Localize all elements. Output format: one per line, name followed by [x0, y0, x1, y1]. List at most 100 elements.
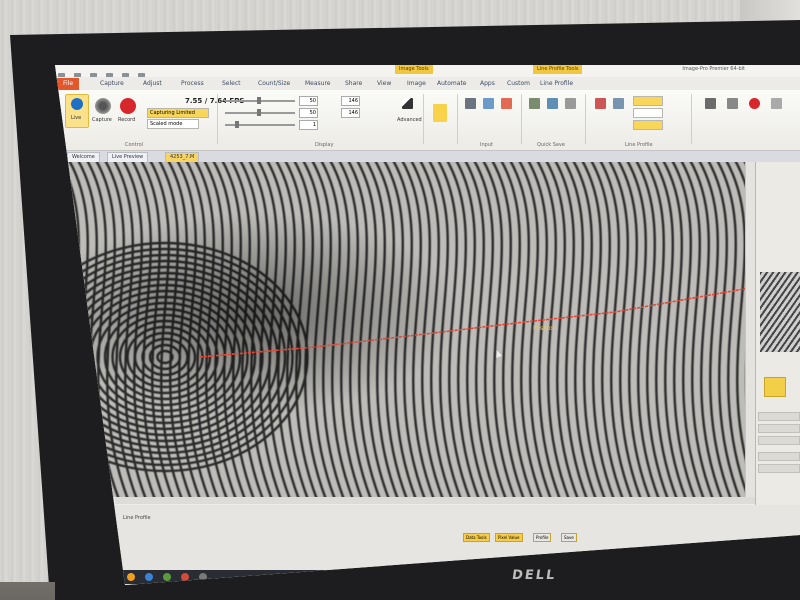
doc-tab-image[interactable]: 4253_7.M — [165, 152, 200, 162]
record-icon[interactable] — [120, 98, 136, 114]
gamma-value[interactable]: 1 — [299, 120, 318, 130]
brightness-slider[interactable] — [225, 97, 295, 104]
slider-knob[interactable] — [257, 109, 261, 116]
start-icon[interactable] — [127, 573, 135, 581]
browser-icon[interactable] — [145, 573, 153, 581]
app-icon[interactable] — [181, 573, 189, 581]
advanced-label: Advanced — [397, 117, 422, 123]
gamma-slider[interactable] — [225, 121, 295, 128]
tab-process[interactable]: Process — [181, 80, 204, 87]
display-group-label: Display — [315, 142, 334, 148]
delete-icon[interactable] — [595, 98, 606, 109]
side-list-item[interactable] — [758, 424, 800, 433]
properties-icon[interactable] — [705, 98, 716, 109]
side-list-item[interactable] — [758, 464, 800, 473]
live-button[interactable]: Live — [65, 94, 89, 128]
save-button[interactable]: Save — [561, 533, 577, 542]
ridge-line — [55, 162, 70, 497]
play-icon — [71, 98, 83, 110]
fingerprint-image: Position — [55, 162, 755, 497]
tab-file[interactable]: File — [57, 78, 79, 90]
line-profile-group-label: Line Profile — [625, 142, 653, 148]
max-value[interactable]: 146 — [341, 108, 360, 118]
record-label: Record — [118, 117, 136, 123]
ribbon: Live Capture Record 7.55 / 7.64 FPS Capt… — [55, 90, 800, 151]
slider-knob[interactable] — [235, 121, 239, 128]
stop-icon[interactable] — [749, 98, 760, 109]
annotation-icon[interactable] — [547, 98, 558, 109]
contrast-slider[interactable] — [225, 109, 295, 116]
input-group-label: Input — [480, 142, 493, 148]
doc-tab-live-preview[interactable]: Live Preview — [107, 152, 149, 162]
tab-custom[interactable]: Custom — [507, 80, 530, 87]
separator — [691, 94, 692, 144]
separator — [217, 94, 218, 144]
ridge-line — [55, 162, 79, 497]
profile-annotation: Position — [533, 325, 557, 332]
profile-option-active[interactable] — [633, 120, 663, 130]
profile-option[interactable] — [633, 108, 663, 118]
app-icon[interactable] — [199, 573, 207, 581]
side-panel-button[interactable] — [764, 377, 786, 397]
context-tab-line-profile-tools: Line Profile Tools — [533, 65, 583, 74]
tab-adjust[interactable]: Adjust — [143, 80, 162, 87]
side-list-item[interactable] — [758, 452, 800, 461]
monitor-bezel: Image Tools Line Profile Tools Image-Pro… — [10, 20, 800, 600]
tab-measure[interactable]: Measure — [305, 80, 331, 87]
grid-icon[interactable] — [565, 98, 576, 109]
profile-mode-toggle[interactable] — [633, 96, 663, 106]
doc-tab-welcome[interactable]: Welcome — [67, 152, 100, 162]
histogram-icon[interactable] — [402, 98, 413, 109]
tab-view[interactable]: View — [377, 80, 391, 87]
camera-mode-dropdown[interactable]: Capturing Limited — [147, 108, 209, 118]
resolution-dropdown[interactable]: Scaled mode — [147, 119, 199, 129]
thumbnail-preview[interactable] — [760, 272, 800, 352]
right-side-panel — [755, 162, 800, 522]
profile-button[interactable]: Profile — [533, 533, 552, 542]
context-tab-image-tools: Image Tools — [395, 65, 433, 74]
help-icon[interactable] — [771, 98, 782, 109]
ridge-line — [55, 162, 61, 497]
taskbar — [115, 570, 800, 584]
brightness-value[interactable]: 50 — [299, 96, 318, 106]
live-label: Live — [71, 115, 82, 121]
slider-knob[interactable] — [257, 97, 261, 104]
horizontal-scrollbar[interactable] — [115, 497, 755, 504]
side-list-item[interactable] — [758, 412, 800, 421]
camera-icon[interactable] — [95, 98, 111, 114]
analysis-icon[interactable] — [529, 98, 540, 109]
dell-logo: DELL — [510, 568, 558, 583]
application-screen: Image Tools Line Profile Tools Image-Pro… — [55, 65, 800, 585]
export-icon[interactable] — [501, 98, 512, 109]
image-icon[interactable] — [483, 98, 494, 109]
separator — [521, 94, 522, 144]
tab-image[interactable]: Image — [407, 80, 426, 87]
tab-apps[interactable]: Apps — [480, 80, 495, 87]
macro-icon[interactable] — [727, 98, 738, 109]
ribbon-tab-bar: File Capture Adjust Process Select Count… — [55, 77, 800, 91]
line-profile-header: Line Profile — [123, 515, 151, 521]
pixel-value-button[interactable]: Pixel Value — [495, 533, 523, 542]
data-tools-button[interactable]: Data Tools — [463, 533, 490, 542]
tab-count-size[interactable]: Count/Size — [258, 80, 290, 87]
contrast-value[interactable]: 50 — [299, 108, 318, 118]
tab-capture[interactable]: Capture — [100, 80, 124, 87]
table-icon[interactable] — [613, 98, 624, 109]
tab-automate[interactable]: Automate — [437, 80, 467, 87]
tab-select[interactable]: Select — [222, 80, 241, 87]
capture-label: Capture — [92, 117, 112, 123]
side-list-item[interactable] — [758, 436, 800, 445]
document-tab-bar: Welcome Live Preview 4253_7.M — [55, 151, 800, 162]
app-icon[interactable] — [163, 573, 171, 581]
line-tool-icon[interactable] — [433, 104, 447, 122]
tab-share[interactable]: Share — [345, 80, 362, 87]
tool-icon[interactable] — [465, 98, 476, 109]
tab-line-profile[interactable]: Line Profile — [540, 80, 573, 87]
control-group-label: Control — [125, 142, 144, 148]
separator — [457, 94, 458, 144]
separator — [423, 94, 424, 144]
image-viewport[interactable]: Position — [55, 162, 755, 497]
window-title: Image-Pro Premier 64-bit — [682, 66, 745, 72]
separator — [585, 94, 586, 144]
min-value[interactable]: 146 — [341, 96, 360, 106]
